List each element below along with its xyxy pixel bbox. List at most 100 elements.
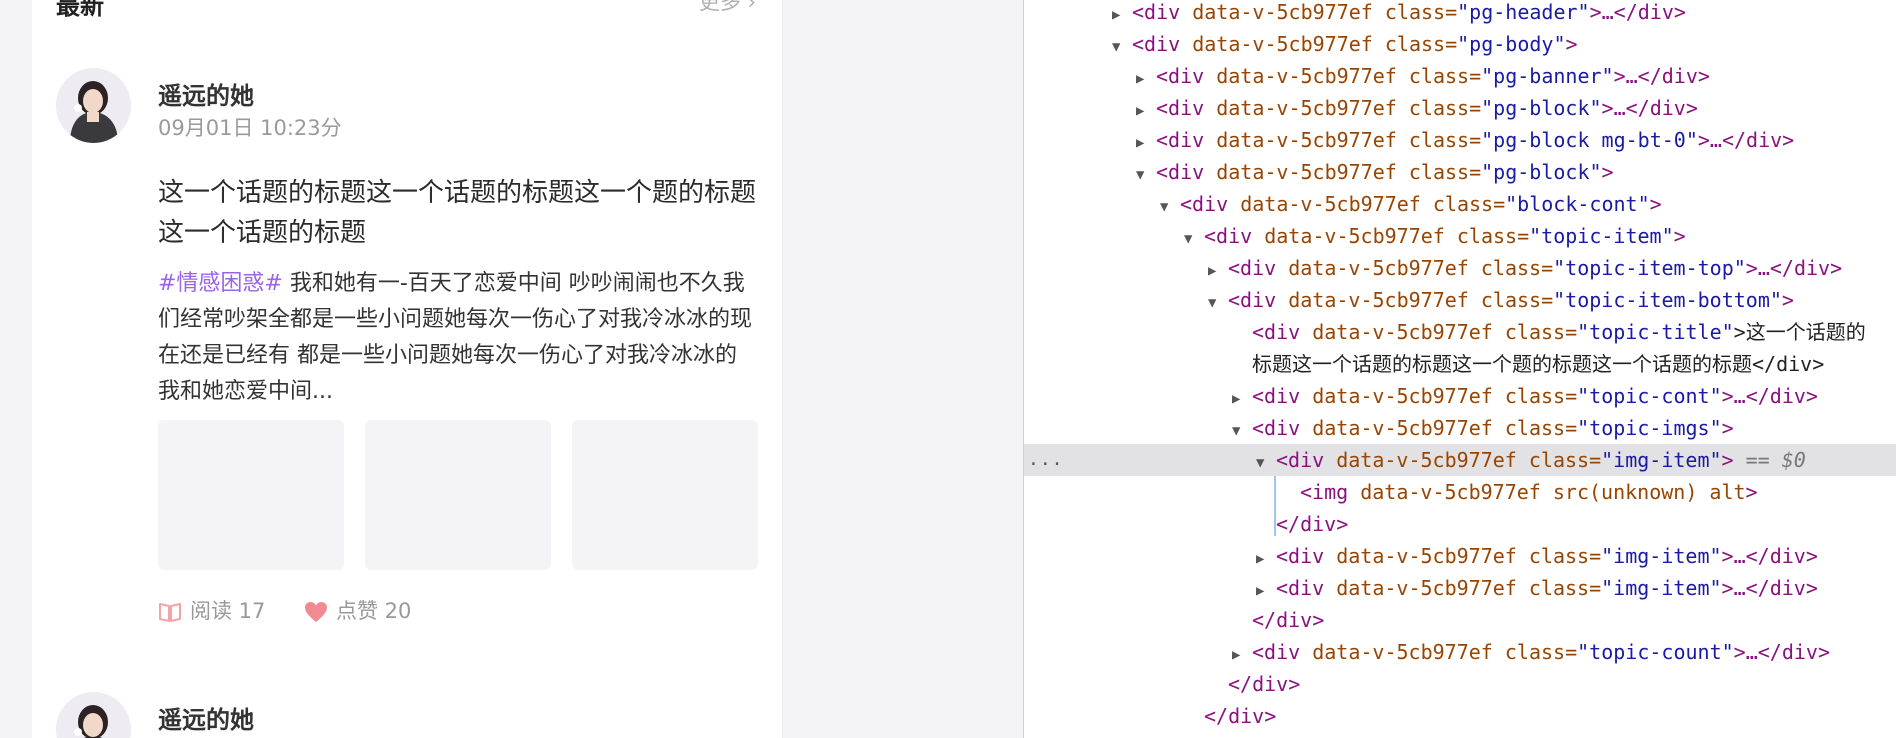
node-value: "block-cont" xyxy=(1505,192,1650,216)
node-attr: data-v-5cb977ef class= xyxy=(1288,256,1554,280)
expand-arrow-icon[interactable]: ▶ xyxy=(1256,575,1276,607)
section-header: 最新 更多 › xyxy=(56,0,756,20)
node-tag: <div xyxy=(1204,224,1265,248)
node-attr: data-v-5cb977ef class= xyxy=(1312,384,1578,408)
collapse-arrow-icon[interactable]: ▼ xyxy=(1184,223,1204,255)
author-name[interactable]: 遥远的她 xyxy=(158,76,254,111)
avatar[interactable] xyxy=(56,68,131,143)
node-rest: > xyxy=(1745,480,1758,504)
node-value: "topic-item" xyxy=(1529,224,1674,248)
post-date: 09月01日 10:23分 xyxy=(158,116,342,140)
node-value: "img-item" xyxy=(1601,576,1722,600)
dom-tree-node[interactable]: ▼ <div data-v-5cb977ef class="img-item"> … xyxy=(1024,444,1896,476)
read-count: 阅读 17 xyxy=(158,595,265,625)
node-tag: </div> xyxy=(1204,704,1277,728)
hashtag-link[interactable]: #情感困惑# xyxy=(158,271,283,296)
node-rest: >…</div> xyxy=(1601,96,1698,120)
node-attr: data-v-5cb977ef class= xyxy=(1192,32,1458,56)
dom-tree-node[interactable]: <img data-v-5cb977ef src(unknown) alt> xyxy=(1024,476,1896,508)
expand-arrow-icon[interactable]: ▶ xyxy=(1232,383,1252,415)
expand-arrow-icon[interactable]: ▶ xyxy=(1112,0,1132,31)
more-link[interactable]: 更多 › xyxy=(699,0,756,16)
avatar-image xyxy=(56,692,131,738)
node-rest: >…</div> xyxy=(1721,544,1818,568)
dom-tree-node[interactable]: ▶ <div data-v-5cb977ef class="topic-cont"… xyxy=(1024,380,1896,412)
avatar[interactable] xyxy=(56,692,131,738)
left-gutter xyxy=(0,0,32,738)
node-attr: data-v-5cb977ef class= xyxy=(1312,416,1578,440)
node-attr: data-v-5cb977ef class= xyxy=(1216,96,1482,120)
node-value: "img-item" xyxy=(1601,448,1722,472)
book-icon xyxy=(159,603,181,622)
dom-tree-node[interactable]: ▼ <div data-v-5cb977ef class="topic-imgs"… xyxy=(1024,412,1896,444)
topic-title[interactable]: 这一个话题的标题这一个话题的标题这一个题的标题这一个话题的标题 xyxy=(158,173,758,253)
dom-tree-node[interactable]: ▼ <div data-v-5cb977ef class="topic-item"… xyxy=(1024,220,1896,252)
dom-tree-node[interactable]: </ xyxy=(1024,732,1896,738)
node-tag: <img xyxy=(1300,480,1361,504)
dom-tree-node[interactable]: ▶ <div data-v-5cb977ef class="pg-block">…… xyxy=(1024,92,1896,124)
node-tag: <div xyxy=(1276,448,1337,472)
dom-tree-node[interactable]: ▼ <div data-v-5cb977ef class="block-cont"… xyxy=(1024,188,1896,220)
node-rest: >…</div> xyxy=(1613,64,1710,88)
dom-tree-node[interactable]: </div> xyxy=(1024,668,1896,700)
collapse-arrow-icon[interactable]: ▼ xyxy=(1256,447,1276,479)
dom-tree-node[interactable]: ▶ <div data-v-5cb977ef class="img-item">…… xyxy=(1024,572,1896,604)
node-tag: <div xyxy=(1156,160,1217,184)
dom-tree-node[interactable]: 标题这一个话题的标题这一个题的标题这一个话题的标题</div> xyxy=(1024,348,1896,380)
collapse-arrow-icon[interactable]: ▼ xyxy=(1232,415,1252,447)
node-tag: <div xyxy=(1252,320,1313,344)
expand-arrow-icon[interactable]: ▶ xyxy=(1256,543,1276,575)
collapse-arrow-icon[interactable]: ▼ xyxy=(1160,191,1180,223)
dom-tree-node[interactable]: ▼ <div data-v-5cb977ef class="pg-body"> xyxy=(1024,28,1896,60)
expand-arrow-icon[interactable]: ▶ xyxy=(1208,255,1228,287)
selected-node-marker: == $0 xyxy=(1733,448,1806,472)
dom-tree-node[interactable]: ▼ <div data-v-5cb977ef class="topic-item-… xyxy=(1024,284,1896,316)
collapse-arrow-icon[interactable]: ▼ xyxy=(1112,31,1132,63)
dom-tree-node[interactable]: ▶ <div data-v-5cb977ef class="topic-item-… xyxy=(1024,252,1896,284)
dom-tree-node[interactable]: ▶ <div data-v-5cb977ef class="topic-count… xyxy=(1024,636,1896,668)
expand-arrow-icon[interactable]: ▶ xyxy=(1136,127,1156,159)
topic-item[interactable]: 遥远的她 xyxy=(56,692,766,738)
node-rest: >…</div> xyxy=(1721,384,1818,408)
expand-arrow-icon[interactable]: ▶ xyxy=(1136,63,1156,95)
node-tag: <div xyxy=(1132,0,1193,24)
dom-tree-node[interactable]: <div data-v-5cb977ef class="topic-title"… xyxy=(1024,316,1896,348)
node-attr: data-v-5cb977ef class= xyxy=(1192,0,1458,24)
dom-tree-node[interactable]: ▶ <div data-v-5cb977ef class="pg-header">… xyxy=(1024,0,1896,28)
node-value: "pg-block" xyxy=(1481,160,1602,184)
image-placeholder[interactable] xyxy=(572,420,758,570)
node-tag: </div> xyxy=(1276,512,1349,536)
dom-tree-node[interactable]: ▶ <div data-v-5cb977ef class="pg-banner">… xyxy=(1024,60,1896,92)
dom-tree-node[interactable]: ▶ <div data-v-5cb977ef class="pg-block mg… xyxy=(1024,124,1896,156)
expand-arrow-icon[interactable]: ▶ xyxy=(1232,639,1252,671)
expand-arrow-icon[interactable]: ▶ xyxy=(1136,95,1156,127)
node-rest: >这一个话题的 xyxy=(1733,320,1866,344)
node-value: "topic-cont" xyxy=(1577,384,1722,408)
node-rest: > xyxy=(1673,224,1686,248)
collapse-arrow-icon[interactable]: ▼ xyxy=(1136,159,1156,191)
node-value: "pg-block" xyxy=(1481,96,1602,120)
dom-tree-node[interactable]: </div> xyxy=(1024,508,1896,540)
node-rest: > xyxy=(1649,192,1662,216)
image-placeholder[interactable] xyxy=(158,420,344,570)
node-tag: <div xyxy=(1252,416,1313,440)
read-count-label: 阅读 17 xyxy=(190,599,266,623)
dom-tree-node[interactable]: ▼ <div data-v-5cb977ef class="pg-block"> xyxy=(1024,156,1896,188)
dom-tree-node[interactable]: </div> xyxy=(1024,700,1896,732)
node-value: "img-item" xyxy=(1601,544,1722,568)
topic-item[interactable]: 遥远的她 09月01日 10:23分 这一个话题的标题这一个话题的标题这一个题的… xyxy=(56,68,766,668)
topic-content[interactable]: #情感困惑# 我和她有一-百天了恋爱中间 吵吵闹闹也不久我们经常吵架全都是一些小… xyxy=(158,266,758,410)
collapse-arrow-icon[interactable]: ▼ xyxy=(1208,287,1228,319)
author-name[interactable]: 遥远的她 xyxy=(158,700,254,735)
image-placeholder[interactable] xyxy=(365,420,551,570)
avatar-image xyxy=(56,68,131,143)
heart-icon[interactable] xyxy=(304,601,328,623)
dom-tree-node[interactable]: ▶ <div data-v-5cb977ef class="img-item">…… xyxy=(1024,540,1896,572)
more-actions-icon[interactable]: ... xyxy=(1028,444,1064,476)
node-attr: data-v-5cb977ef class= xyxy=(1216,64,1482,88)
like-count[interactable]: 点赞 20 xyxy=(304,595,411,625)
node-rest: >…</div> xyxy=(1589,0,1686,24)
devtools-elements-panel: ▶ <div data-v-5cb977ef class="pg-header">… xyxy=(1023,0,1896,738)
node-value: "topic-count" xyxy=(1577,640,1734,664)
dom-tree-node[interactable]: </div> xyxy=(1024,604,1896,636)
